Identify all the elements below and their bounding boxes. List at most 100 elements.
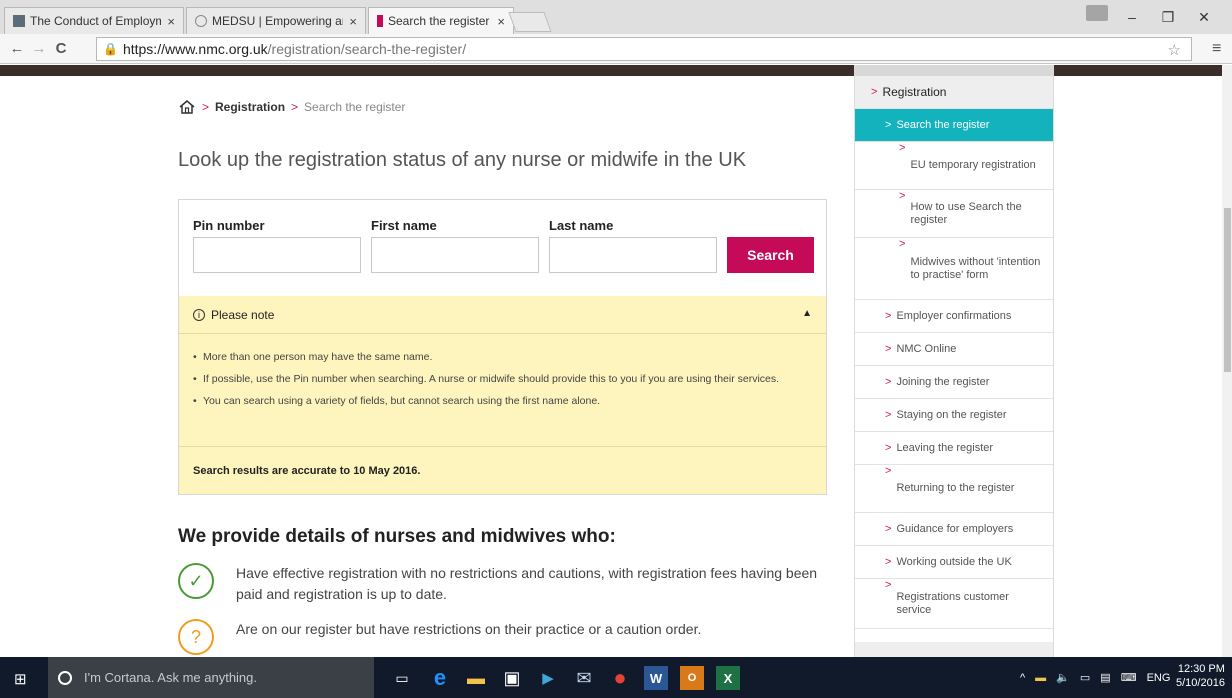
please-note-toggle[interactable]: i Please note ▲ <box>179 296 826 334</box>
collapse-caret-icon[interactable]: ▲ <box>802 308 812 319</box>
network-icon[interactable]: ▭ <box>1080 671 1090 684</box>
volume-icon[interactable]: 🔈 <box>1056 671 1070 684</box>
app-icon[interactable]: ✉ <box>572 666 596 690</box>
bookmark-star-icon[interactable]: ☆ <box>1168 41 1181 59</box>
system-tray: ^ ▬ 🔈 ▭ ▤ ⌨ ENG <box>1020 657 1170 698</box>
chevron-right-icon: > <box>885 310 892 322</box>
list-item: If possible, use the Pin number when sea… <box>193 372 813 387</box>
provide-heading: We provide details of nurses and midwive… <box>178 526 616 547</box>
list-item: You can search using a variety of fields… <box>193 394 813 409</box>
sidebar-item-leaving[interactable]: > Leaving the register <box>855 432 1053 465</box>
browser-toolbar: ← → C 🔒 https://www.nmc.org.uk/registrat… <box>0 34 1232 64</box>
tab-title: Search the register <box>388 14 490 28</box>
chevron-right-icon: > <box>885 409 892 421</box>
sidebar-item-customer-service[interactable]: > Registrations customer service <box>855 579 1053 629</box>
language-indicator[interactable]: ENG <box>1147 672 1171 684</box>
restore-icon[interactable]: ❐ <box>1150 9 1186 26</box>
task-view-icon[interactable]: ▭ <box>390 666 414 690</box>
chevron-right-icon: > <box>885 556 892 568</box>
close-tab-icon[interactable]: × <box>497 14 505 29</box>
browser-tab[interactable]: The Conduct of Employm × <box>4 7 184 34</box>
chevron-right-icon: > <box>885 119 892 131</box>
pin-number-input[interactable] <box>193 237 361 273</box>
breadcrumb-registration-link[interactable]: Registration <box>215 100 285 114</box>
excel-icon[interactable]: X <box>716 666 740 690</box>
media-player-icon[interactable]: ▶ <box>536 666 560 690</box>
reload-icon[interactable]: C <box>50 40 72 57</box>
sidebar-item-employer-confirmations[interactable]: > Employer confirmations <box>855 300 1053 333</box>
please-note-heading: Please note <box>211 307 275 322</box>
url-host: https://www.nmc.org.uk <box>122 41 268 57</box>
browser-tab[interactable]: MEDSU | Empowering anc × <box>186 7 366 34</box>
first-name-label: First name <box>371 218 437 233</box>
breadcrumb-current: Search the register <box>304 100 406 114</box>
page-viewport: > Registration > Search the register Loo… <box>0 65 1222 657</box>
lock-icon: 🔒 <box>103 42 118 56</box>
sidebar-item-search-the-register[interactable]: > Search the register <box>855 109 1053 142</box>
breadcrumb-separator-icon: > <box>202 100 210 114</box>
first-name-input[interactable] <box>371 237 539 273</box>
sidebar-item-midwives-form[interactable]: > Midwives without 'intention to practis… <box>855 238 1053 300</box>
cortana-search-box[interactable]: I'm Cortana. Ask me anything. <box>48 657 374 698</box>
outlook-icon[interactable]: O <box>680 666 704 690</box>
search-form: Pin number First name Last name Search i… <box>178 199 827 495</box>
window-controls: – ❐ ✕ <box>1114 0 1222 34</box>
file-explorer-icon[interactable]: ▬ <box>464 666 488 690</box>
forward-icon[interactable]: → <box>28 40 50 57</box>
pin-number-label: Pin number <box>193 218 265 233</box>
sidebar-next-section <box>855 642 1053 657</box>
new-tab-button[interactable] <box>508 12 552 32</box>
sidebar-item-eu-temporary-registration[interactable]: > EU temporary registration <box>855 142 1053 190</box>
chevron-right-icon: > <box>899 142 906 154</box>
sidebar-item-nmc-online[interactable]: > NMC Online <box>855 333 1053 366</box>
close-tab-icon[interactable]: × <box>349 14 357 29</box>
browser-tab-active[interactable]: Search the register × <box>368 7 514 34</box>
profile-icon[interactable] <box>1086 5 1108 21</box>
sidebar-section-registration[interactable]: > Registration <box>855 76 1053 109</box>
home-icon[interactable] <box>178 99 196 115</box>
address-bar[interactable]: 🔒 https://www.nmc.org.uk/registration/se… <box>96 37 1192 61</box>
taskbar-clock[interactable]: 12:30 PM 5/10/2016 <box>1176 662 1225 690</box>
question-icon: ? <box>178 619 214 655</box>
minimize-icon[interactable]: – <box>1114 9 1150 25</box>
close-tab-icon[interactable]: × <box>167 14 175 29</box>
list-item: More than one person may have the same n… <box>193 350 813 365</box>
accuracy-notice: Search results are accurate to 10 May 20… <box>179 446 826 494</box>
word-icon[interactable]: W <box>644 666 668 690</box>
sidebar-item-returning[interactable]: > Returning to the register <box>855 465 1053 513</box>
back-icon[interactable]: ← <box>6 40 28 57</box>
sidebar-item-guidance[interactable]: > Guidance for employers <box>855 513 1053 546</box>
chrome-menu-icon[interactable]: ≡ <box>1212 40 1221 58</box>
check-icon: ✓ <box>178 563 214 599</box>
keyboard-icon[interactable]: ⌨ <box>1121 671 1137 684</box>
sidebar-top-strip <box>855 65 1053 76</box>
clock-date: 5/10/2016 <box>1176 677 1225 689</box>
search-button[interactable]: Search <box>727 237 814 273</box>
sidebar-item-joining[interactable]: > Joining the register <box>855 366 1053 399</box>
last-name-label: Last name <box>549 218 614 233</box>
edge-icon[interactable]: e <box>428 665 452 690</box>
cortana-icon <box>58 670 72 685</box>
windows-start-icon[interactable]: ⊞ <box>14 670 27 688</box>
chevron-right-icon: > <box>899 238 906 250</box>
sidebar-item-staying[interactable]: > Staying on the register <box>855 399 1053 432</box>
site-favicon-icon <box>377 15 383 27</box>
chrome-icon[interactable]: ● <box>608 665 632 690</box>
sidebar-item-how-to-use[interactable]: > How to use Search the register <box>855 190 1053 238</box>
provide-item-text: Have effective registration with no rest… <box>236 565 818 602</box>
site-favicon-icon <box>195 15 207 27</box>
site-favicon-icon <box>13 15 25 27</box>
provide-item: ? Are on our register but have restricti… <box>178 619 826 655</box>
notifications-icon[interactable]: ▤ <box>1100 671 1110 684</box>
store-icon[interactable]: ▣ <box>500 666 524 690</box>
close-window-icon[interactable]: ✕ <box>1186 9 1222 26</box>
chevron-right-icon: > <box>885 465 892 477</box>
sidebar-item-working-outside[interactable]: > Working outside the UK <box>855 546 1053 579</box>
tab-title: The Conduct of Employm <box>30 14 162 28</box>
battery-icon[interactable]: ▬ <box>1035 672 1046 684</box>
last-name-input[interactable] <box>549 237 717 273</box>
scrollbar-thumb[interactable] <box>1224 208 1231 372</box>
tray-overflow-icon[interactable]: ^ <box>1020 672 1025 684</box>
chevron-right-icon: > <box>885 343 892 355</box>
browser-tab-strip: The Conduct of Employm × MEDSU | Empower… <box>0 0 1232 34</box>
